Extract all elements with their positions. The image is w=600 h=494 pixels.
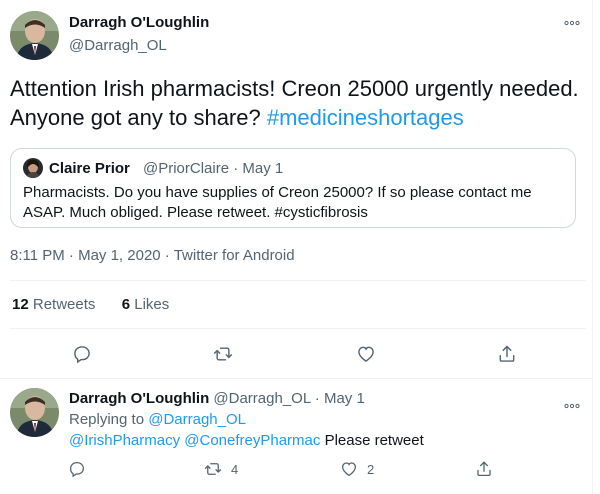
quoted-text: Pharmacists. Do you have supplies of Cre…: [23, 184, 532, 221]
retweet-icon[interactable]: [213, 344, 233, 364]
tweet-detail-panel: Darragh O'Loughlin @Darragh_OL Attention…: [0, 0, 593, 494]
like-icon: [340, 460, 358, 478]
like-count: 2: [367, 461, 375, 477]
more-options-icon[interactable]: [564, 396, 580, 414]
reply-avatar[interactable]: [10, 388, 59, 437]
likes-stat[interactable]: 6 Likes: [122, 296, 170, 313]
like-button[interactable]: 2: [340, 460, 374, 478]
reply-text: @IrishPharmacy @ConefreyPharmac Please r…: [69, 432, 424, 449]
retweet-icon: [204, 460, 222, 478]
replying-to-link[interactable]: @Darragh_OL: [148, 411, 246, 428]
engagement-stats: 12 Retweets 6 Likes: [12, 296, 169, 313]
divider: [0, 378, 593, 379]
quoted-meta: @PriorClaire · May 1: [143, 160, 284, 177]
mention-link[interactable]: @ConefreyPharmac: [184, 432, 320, 449]
share-icon[interactable]: [475, 460, 493, 478]
hashtag-link[interactable]: #medicineshortages: [267, 105, 464, 130]
reply-icon[interactable]: [72, 344, 92, 364]
quoted-avatar: [23, 158, 43, 178]
author-display-name[interactable]: Darragh O'Loughlin: [69, 14, 209, 31]
quoted-tweet-card[interactable]: Claire Prior @PriorClaire · May 1 Pharma…: [10, 148, 576, 228]
divider: [10, 328, 586, 329]
like-icon[interactable]: [356, 344, 376, 364]
reply-meta[interactable]: @Darragh_OL · May 1: [213, 390, 364, 407]
reply-body: Please retweet: [324, 432, 424, 449]
more-options-icon[interactable]: [564, 20, 580, 26]
retweet-count: 4: [231, 461, 239, 477]
tweet-text: Attention Irish pharmacists! Creon 25000…: [10, 74, 585, 132]
author-handle[interactable]: @Darragh_OL: [69, 37, 167, 54]
quoted-display-name: Claire Prior: [49, 160, 130, 177]
replying-to: Replying to @Darragh_OL: [69, 411, 246, 428]
avatar[interactable]: [10, 11, 59, 60]
reply-header: Darragh O'Loughlin @Darragh_OL · May 1: [69, 390, 365, 407]
reply-icon[interactable]: [68, 460, 86, 478]
tweet-timestamp[interactable]: 8:11 PM · May 1, 2020 · Twitter for Andr…: [10, 247, 295, 264]
retweets-stat[interactable]: 12 Retweets: [12, 296, 95, 313]
divider: [10, 280, 586, 281]
share-icon[interactable]: [497, 344, 517, 364]
mention-link[interactable]: @IrishPharmacy: [69, 432, 180, 449]
reply-display-name[interactable]: Darragh O'Loughlin: [69, 390, 209, 407]
retweet-button[interactable]: 4: [204, 460, 238, 478]
